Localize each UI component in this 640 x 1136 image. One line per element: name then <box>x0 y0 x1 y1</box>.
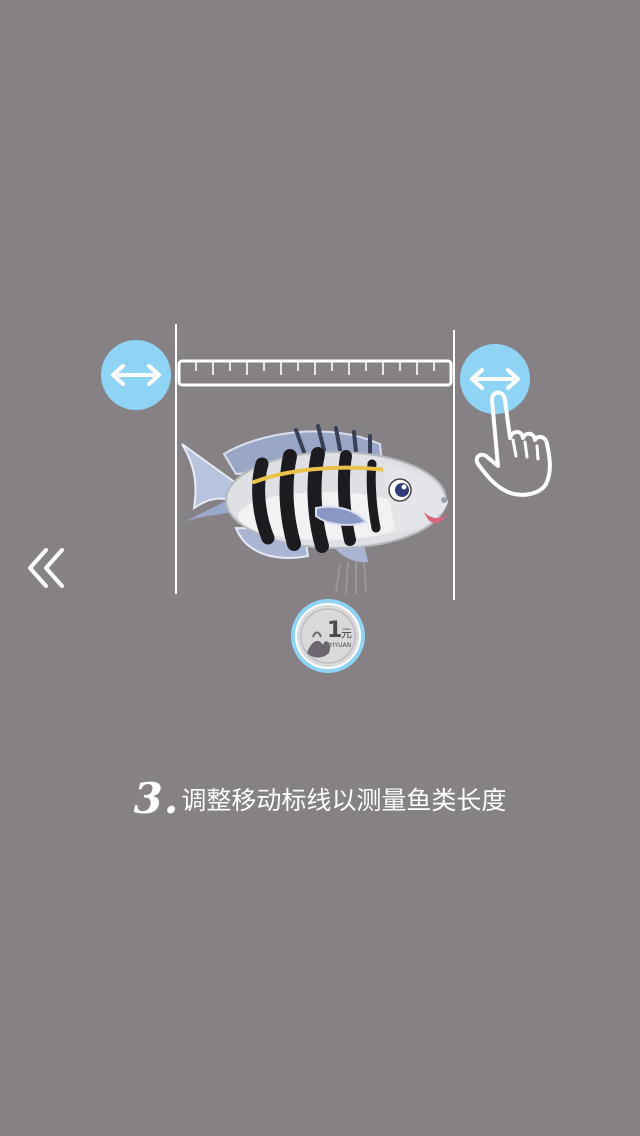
double-arrow-horizontal-icon <box>111 364 161 386</box>
back-button[interactable] <box>18 540 74 596</box>
double-chevron-left-icon <box>28 548 64 588</box>
step-number: 3. <box>133 774 180 823</box>
coin-unit: 元 <box>341 627 352 640</box>
left-marker-handle[interactable] <box>101 340 171 410</box>
instruction-text: 3.调整移动标线以测量鱼类长度 <box>0 774 640 823</box>
step-instruction: 调整移动标线以测量鱼类长度 <box>181 786 507 815</box>
fish-shadow <box>335 561 367 595</box>
pointing-hand-icon <box>474 390 552 497</box>
ruler-icon <box>177 359 453 387</box>
coin-pinyin: YIYUAN <box>328 642 351 649</box>
fish-illustration <box>181 424 448 563</box>
one-yuan-coin-icon: 1 元 YIYUAN <box>289 597 367 675</box>
